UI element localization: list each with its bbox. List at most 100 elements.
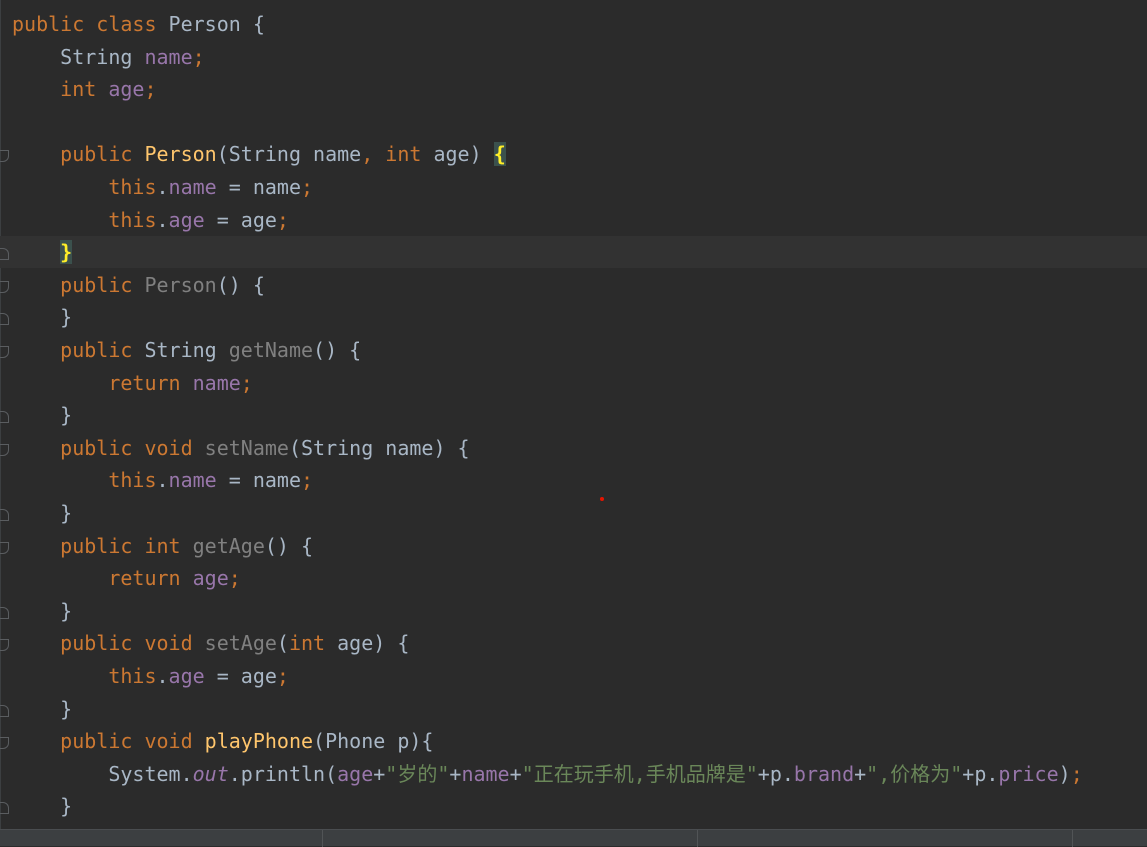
- code-token: this: [12, 207, 157, 232]
- code-token: getAge: [192, 533, 265, 558]
- code-line[interactable]: public void setAge(int age) {: [0, 627, 1147, 659]
- code-line[interactable]: this.name = name;: [0, 171, 1147, 203]
- code-token: (: [276, 631, 289, 656]
- code-token: = name: [216, 468, 302, 493]
- fold-marker-icon[interactable]: [0, 411, 9, 424]
- code-token: age: [168, 664, 205, 688]
- fold-marker-icon[interactable]: [0, 346, 9, 358]
- code-token: "正在玩手机,手机品牌是": [521, 761, 758, 786]
- code-token: ;: [192, 44, 205, 69]
- fold-marker-icon[interactable]: [0, 704, 9, 717]
- code-token: .: [156, 207, 169, 232]
- code-text: return age;: [12, 562, 240, 594]
- code-line[interactable]: return age;: [0, 562, 1147, 594]
- code-token: +p.: [757, 761, 794, 786]
- code-token: void: [144, 729, 205, 754]
- fold-marker-icon[interactable]: [0, 509, 9, 521]
- code-line[interactable]: public int getAge() {: [0, 530, 1147, 562]
- code-token: name: [461, 761, 510, 786]
- code-line[interactable]: public Person(String name, int age) {: [0, 138, 1147, 170]
- code-token: age): [433, 142, 494, 167]
- code-text: }: [12, 497, 72, 529]
- code-text: }: [12, 236, 73, 268]
- code-line[interactable]: }: [0, 236, 1147, 269]
- code-token: () {: [216, 272, 265, 297]
- code-token: +: [449, 761, 462, 786]
- code-token: age: [192, 566, 229, 591]
- code-line[interactable]: }: [0, 301, 1147, 333]
- code-line[interactable]: this.name = name;: [0, 464, 1147, 496]
- code-token: playPhone: [204, 729, 314, 754]
- code-line[interactable]: public String getName() {: [0, 334, 1147, 366]
- code-text: public void setName(String name) {: [12, 432, 470, 464]
- code-token: int: [12, 77, 109, 102]
- code-token: ",价格为": [866, 761, 963, 786]
- code-text: public void playPhone(Phone p){: [12, 725, 433, 757]
- code-line[interactable]: }: [0, 497, 1147, 529]
- code-token: ;: [301, 175, 314, 199]
- fold-marker-icon[interactable]: [0, 248, 9, 261]
- code-line[interactable]: }: [0, 693, 1147, 725]
- code-text: public String getName() {: [12, 334, 361, 366]
- code-editor[interactable]: public class Person { String name; int a…: [0, 0, 1147, 829]
- code-line[interactable]: this.age = age;: [0, 204, 1147, 236]
- fold-marker-icon[interactable]: [0, 639, 9, 652]
- code-token: (Phone p){: [313, 729, 434, 754]
- code-text: System.out.println(age+"岁的"+name+"正在玩手机,…: [12, 758, 1083, 790]
- code-token: ): [1058, 761, 1071, 786]
- code-token: }: [12, 501, 73, 525]
- fold-marker-icon[interactable]: [0, 737, 9, 750]
- code-line[interactable]: public void setName(String name) {: [0, 432, 1147, 464]
- fold-marker-icon[interactable]: [0, 443, 9, 456]
- code-line[interactable]: }: [0, 790, 1147, 822]
- code-token: ;: [1070, 761, 1083, 786]
- code-line[interactable]: }: [0, 595, 1147, 627]
- code-text: this.age = age;: [12, 204, 289, 236]
- code-token: (String name) {: [288, 435, 470, 460]
- code-token: }: [12, 403, 73, 428]
- code-token: Person: [144, 142, 217, 167]
- fold-marker-icon[interactable]: [0, 280, 9, 293]
- code-line[interactable]: int age;: [0, 73, 1147, 105]
- code-text: this.age = age;: [12, 660, 289, 692]
- code-token: () {: [264, 533, 314, 558]
- code-token: void: [144, 435, 205, 460]
- fold-marker-icon[interactable]: [0, 802, 9, 815]
- code-line[interactable]: public class Person {: [0, 8, 1147, 40]
- fold-marker-icon[interactable]: [0, 150, 9, 163]
- code-token: +: [373, 761, 386, 786]
- code-token: setName: [204, 435, 289, 460]
- code-token: String: [12, 44, 145, 69]
- code-token: public: [12, 435, 145, 460]
- code-token: Person {: [168, 12, 265, 36]
- code-token: ,: [361, 142, 386, 167]
- code-line[interactable]: String name;: [0, 41, 1147, 73]
- code-line[interactable]: }: [0, 399, 1147, 431]
- code-line[interactable]: this.age = age;: [0, 660, 1147, 692]
- code-token: }: [12, 794, 73, 819]
- code-token: ;: [301, 468, 314, 493]
- code-line[interactable]: System.out.println(age+"岁的"+name+"正在玩手机,…: [0, 758, 1147, 790]
- code-text: }: [12, 693, 72, 725]
- code-line[interactable]: [0, 106, 1147, 138]
- status-segment: [1072, 830, 1147, 847]
- code-line[interactable]: return name;: [0, 367, 1147, 399]
- code-token: name: [168, 175, 217, 199]
- code-token: this: [12, 175, 157, 199]
- code-line[interactable]: public Person() {: [0, 269, 1147, 301]
- code-token: }: [60, 240, 73, 265]
- code-token: int: [144, 533, 193, 558]
- fold-marker-icon[interactable]: [0, 541, 9, 554]
- code-token: void: [144, 631, 205, 656]
- code-token: public: [12, 338, 145, 362]
- code-token: public: [12, 272, 145, 297]
- code-token: name: [168, 468, 217, 493]
- code-line[interactable]: public void playPhone(Phone p){: [0, 725, 1147, 757]
- code-token: name: [144, 44, 193, 69]
- fold-marker-icon[interactable]: [0, 606, 9, 619]
- code-token: .: [156, 664, 169, 688]
- status-segment: [322, 830, 698, 847]
- fold-marker-icon[interactable]: [0, 313, 9, 326]
- code-text: int age;: [12, 73, 156, 105]
